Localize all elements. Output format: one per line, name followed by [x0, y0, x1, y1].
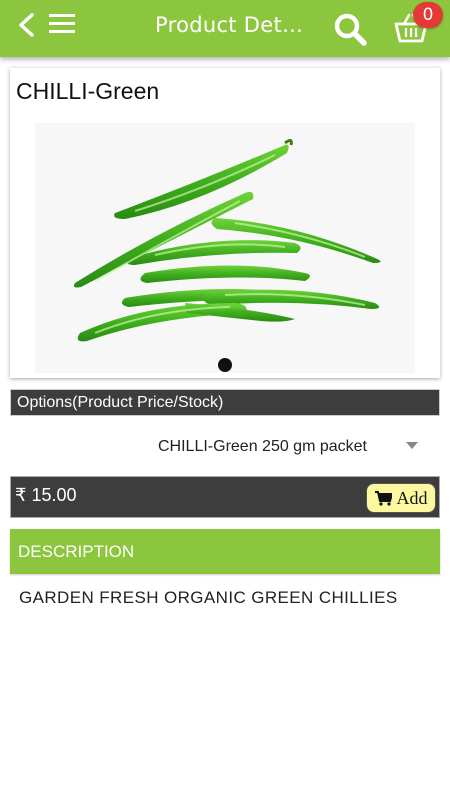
option-selected-value: CHILLI-Green 250 gm packet — [158, 438, 367, 455]
description-heading: DESCRIPTION — [10, 529, 440, 574]
product-card: CHILLI-Green — [10, 68, 440, 378]
green-chillies-image — [73, 138, 381, 342]
price-value: ₹ 15.00 — [15, 485, 77, 505]
product-image[interactable] — [35, 123, 415, 373]
dropdown-caret-icon — [406, 442, 418, 449]
search-icon[interactable] — [333, 12, 367, 46]
chevron-left-icon[interactable] — [16, 12, 38, 38]
add-button-label: Add — [396, 487, 428, 508]
cart-icon — [374, 490, 392, 506]
options-label: Options(Product Price/Stock) — [10, 389, 440, 416]
cart-count-badge: 0 — [413, 2, 443, 28]
app-header: Product Det… 0 — [0, 0, 450, 57]
page-title: Product Det… — [155, 13, 304, 37]
carousel-indicator-dot[interactable] — [218, 358, 232, 372]
product-name: CHILLI-Green — [16, 78, 160, 104]
description-text: GARDEN FRESH ORGANIC GREEN CHILLIES — [19, 588, 398, 607]
option-select[interactable]: CHILLI-Green 250 gm packet — [10, 430, 440, 466]
hamburger-menu-icon[interactable] — [48, 12, 76, 36]
price-bar: ₹ 15.00 Add — [10, 476, 440, 518]
add-to-cart-button[interactable]: Add — [366, 483, 436, 513]
